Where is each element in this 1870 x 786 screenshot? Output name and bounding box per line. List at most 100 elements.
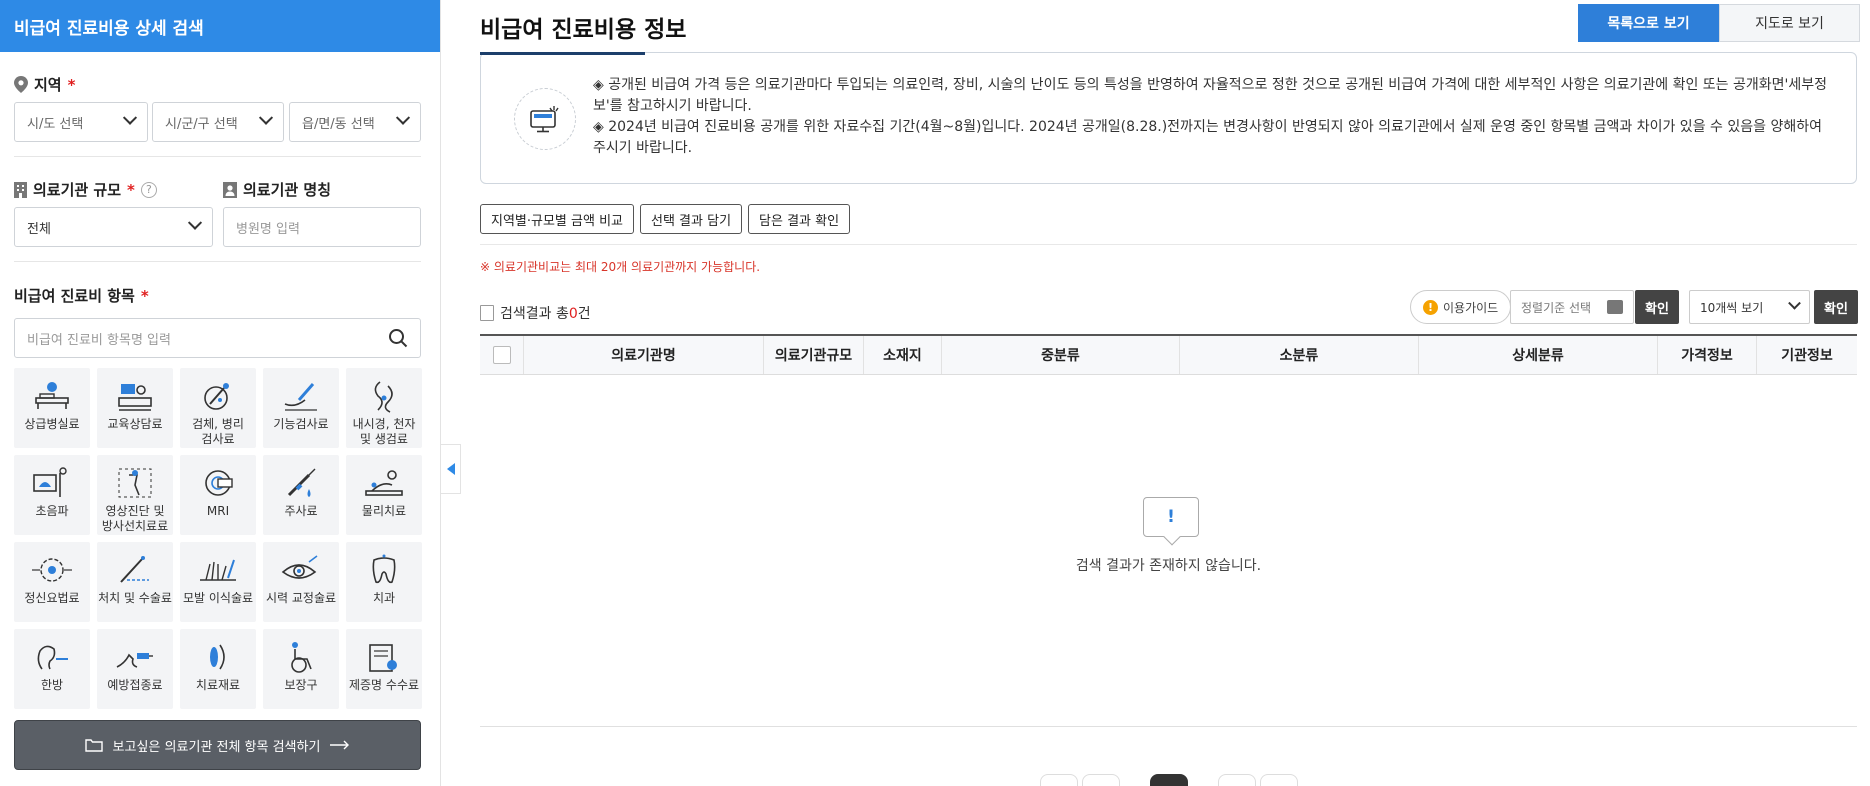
category-tile[interactable]: 초음파 — [14, 455, 90, 535]
pagination-last[interactable] — [1260, 774, 1298, 786]
column-header[interactable]: 상세분류 — [1419, 336, 1658, 374]
item-search-input[interactable]: 비급여 진료비 항목명 입력 — [14, 318, 421, 358]
name-label: 의료기관 명칭 — [223, 179, 331, 200]
notice-accent — [480, 52, 645, 55]
category-tile[interactable]: 보장구 — [263, 629, 339, 709]
result-count: 검색결과 총0건 — [480, 303, 591, 323]
scale-select[interactable]: 전체 — [14, 207, 213, 247]
category-tile[interactable]: 영상진단 및 방사선치료료 — [97, 455, 173, 535]
syringe-icon — [279, 465, 323, 501]
category-grid: 상급병실료 교육상담료 검체, 병리 검사료 기능검사료 내시경, 천자 및 생… — [14, 368, 422, 709]
category-tile-label: 시력 교정술료 — [265, 591, 337, 605]
category-tile[interactable]: 교육상담료 — [97, 368, 173, 448]
chevron-down-icon — [395, 110, 411, 125]
column-header[interactable]: 소재지 — [864, 336, 942, 374]
region-label-text: 지역 — [34, 76, 62, 94]
category-tile-label: 보장구 — [284, 678, 318, 692]
divider — [480, 244, 1857, 245]
panel-collapse-toggle[interactable] — [441, 444, 461, 494]
surgery-icon — [113, 552, 157, 588]
column-header[interactable]: 소분류 — [1180, 336, 1419, 374]
category-tile[interactable]: 치과 — [346, 542, 422, 622]
category-tile[interactable]: 물리치료 — [346, 455, 422, 535]
hospital-name-input[interactable]: 병원명 입력 — [223, 207, 421, 247]
category-tile[interactable]: 내시경, 천자 및 생검료 — [346, 368, 422, 448]
notice-line-2: ◈ 2024년 비급여 진료비용 공개를 위한 자료수집 기간(4월~8월)입니… — [593, 119, 1822, 156]
page-title: 비급여 진료비용 정보 — [480, 17, 687, 43]
category-tile-label: MRI — [206, 504, 230, 518]
column-header[interactable]: 가격정보 — [1658, 336, 1757, 374]
category-tile-label: 초음파 — [35, 504, 69, 518]
column-header[interactable]: 중분류 — [942, 336, 1180, 374]
map-view-button[interactable]: 지도로 보기 — [1719, 4, 1860, 42]
column-header[interactable]: 기관정보 — [1757, 336, 1857, 374]
category-tile[interactable]: MRI — [180, 455, 256, 535]
check-selection-button[interactable]: 담은 결과 확인 — [748, 204, 851, 234]
category-tile[interactable]: 검체, 병리 검사료 — [180, 368, 256, 448]
ultrasound-icon — [30, 465, 74, 501]
sort-confirm-button[interactable]: 확인 — [1635, 290, 1679, 324]
category-tile[interactable]: 예방접종료 — [97, 629, 173, 709]
sido-select[interactable]: 시/도 선택 — [14, 102, 148, 142]
scale-select-value: 전체 — [27, 221, 51, 237]
search-panel: 비급여 진료비용 상세 검색 지역 * 시/도 선택 시/군/구 선택 읍/면/동… — [0, 0, 441, 786]
pagination-current[interactable] — [1150, 774, 1188, 786]
notice-icon-wrap — [514, 88, 576, 150]
per-page-select[interactable]: 10개씩 보기 — [1689, 290, 1810, 324]
pagination-first[interactable] — [1040, 774, 1078, 786]
search-all-items-button[interactable]: 보고싶은 의료기관 전체 항목 검색하기 — [14, 720, 421, 770]
list-view-button[interactable]: 목록으로 보기 — [1578, 4, 1719, 42]
scale-label: 의료기관 규모 * ? — [14, 179, 157, 200]
category-tile[interactable]: 기능검사료 — [263, 368, 339, 448]
physical-therapy-icon — [362, 465, 406, 501]
category-tile-label: 치료재료 — [195, 678, 241, 692]
per-page-confirm-button[interactable]: 확인 — [1814, 290, 1858, 324]
column-header[interactable]: 의료기관규모 — [764, 336, 864, 374]
chevron-down-icon — [187, 215, 203, 230]
item-label-text: 비급여 진료비 항목 — [14, 287, 135, 305]
chevron-down-icon — [258, 110, 274, 125]
vaccine-icon — [113, 639, 157, 675]
acupuncture-icon — [30, 639, 74, 675]
mri-icon — [196, 465, 240, 501]
building-icon — [14, 181, 27, 198]
category-tile-label: 검체, 병리 검사료 — [192, 417, 244, 446]
result-table-header: 의료기관명 의료기관규모 소재지 중분류 소분류 상세분류 가격정보 기관정보 — [480, 334, 1857, 375]
category-tile[interactable]: 모발 이식술료 — [180, 542, 256, 622]
category-tile-label: 정신요법료 — [24, 591, 80, 605]
category-tile-label: 교육상담료 — [107, 417, 163, 431]
category-tile[interactable]: 주사료 — [263, 455, 339, 535]
compare-limit-warning: ※ 의료기관비교는 최대 20개 의료기관까지 가능합니다. — [480, 260, 761, 274]
column-header[interactable]: 의료기관명 — [524, 336, 764, 374]
certificate-icon — [362, 639, 406, 675]
brain-icon — [30, 552, 74, 588]
dong-select[interactable]: 읍/면/동 선택 — [289, 102, 421, 142]
category-tile[interactable]: 치료재료 — [180, 629, 256, 709]
category-tile-label: 물리치료 — [361, 504, 407, 518]
divider — [480, 726, 1857, 727]
usage-guide-button[interactable]: ! 이용가이드 — [1410, 290, 1512, 324]
pagination-prev[interactable] — [1082, 774, 1120, 786]
help-icon[interactable]: ? — [140, 181, 157, 198]
sigungu-select[interactable]: 시/군/구 선택 — [152, 102, 284, 142]
pagination-next[interactable] — [1218, 774, 1256, 786]
chevron-down-icon — [122, 110, 138, 125]
category-tile[interactable]: 시력 교정술료 — [263, 542, 339, 622]
category-tile[interactable]: 상급병실료 — [14, 368, 90, 448]
category-tile[interactable]: 처치 및 수술료 — [97, 542, 173, 622]
compare-button[interactable]: 지역별·규모별 금액 비교 — [480, 204, 634, 234]
required-mark: * — [127, 180, 135, 199]
sort-select[interactable]: 정렬기준 선택 — [1510, 290, 1634, 324]
microscope-icon — [196, 378, 240, 414]
select-all-checkbox[interactable] — [492, 346, 511, 364]
category-tile[interactable]: 제증명 수수료 — [346, 629, 422, 709]
search-icon[interactable] — [388, 328, 408, 348]
add-selection-button[interactable]: 선택 결과 담기 — [640, 204, 743, 234]
required-mark: * — [140, 286, 149, 305]
scale-label-text: 의료기관 규모 — [33, 181, 122, 199]
notice-text: ◈ 공개된 비급여 가격 등은 의료기관마다 투입되는 의료인력, 장비, 시술… — [593, 75, 1833, 159]
notice-box: ◈ 공개된 비급여 가격 등은 의료기관마다 투입되는 의료인력, 장비, 시술… — [480, 52, 1857, 184]
name-label-text: 의료기관 명칭 — [243, 181, 332, 199]
category-tile[interactable]: 한방 — [14, 629, 90, 709]
category-tile[interactable]: 정신요법료 — [14, 542, 90, 622]
